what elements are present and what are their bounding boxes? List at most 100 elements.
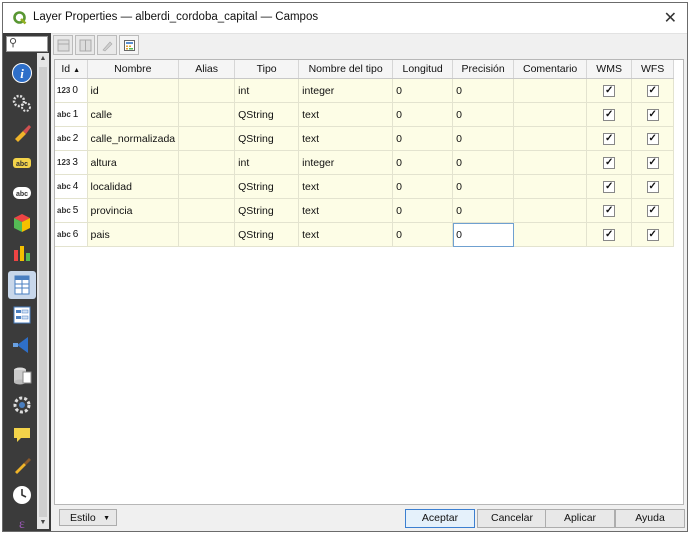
table-row[interactable]: abc 4 localidad QString text 0 0 ✓ ✓: [55, 174, 675, 199]
sidebar-item-diagrams[interactable]: [8, 239, 36, 267]
cell-longitud[interactable]: 0: [392, 102, 454, 127]
wfs-checkbox-cell[interactable]: ✓: [631, 222, 675, 247]
cell-nombre[interactable]: altura: [87, 150, 180, 175]
cell-nombre-tipo[interactable]: integer: [298, 150, 394, 175]
sidebar-item-display[interactable]: [8, 421, 36, 449]
sidebar-item-source[interactable]: [8, 89, 36, 117]
cell-comentario[interactable]: [513, 126, 588, 151]
accept-button[interactable]: Aceptar: [405, 509, 475, 528]
column-header-alias[interactable]: Alias: [178, 60, 236, 79]
column-header-tipo[interactable]: Tipo: [234, 60, 300, 79]
cell-nombre-tipo[interactable]: text: [298, 126, 394, 151]
wms-checkbox[interactable]: ✓: [603, 133, 616, 145]
cell-comentario[interactable]: [513, 102, 588, 127]
wms-checkbox-cell[interactable]: ✓: [586, 102, 633, 127]
cell-tipo[interactable]: QString: [234, 198, 300, 223]
cell-alias[interactable]: [178, 102, 236, 127]
cell-alias[interactable]: [178, 150, 236, 175]
column-header-wfs[interactable]: WFS: [631, 60, 675, 79]
sidebar-item-actions[interactable]: [8, 391, 36, 419]
column-header-wms[interactable]: WMS: [586, 60, 633, 79]
cell-precision[interactable]: 0: [452, 102, 515, 127]
fields-table[interactable]: Id ▲ Nombre Alias Tipo Nombre del tipo Lo…: [54, 59, 684, 505]
sidebar-item-joins[interactable]: [8, 331, 36, 359]
cell-tipo[interactable]: QString: [234, 126, 300, 151]
delete-field-button[interactable]: [75, 35, 95, 55]
sidebar-item-temporal[interactable]: [8, 481, 36, 509]
sidebar-item-symbology[interactable]: [8, 119, 36, 147]
cell-tipo[interactable]: QString: [234, 222, 300, 247]
cell-longitud[interactable]: 0: [392, 222, 454, 247]
wfs-checkbox[interactable]: ✓: [646, 205, 659, 217]
style-dropdown-button[interactable]: Estilo ▼: [59, 509, 117, 526]
field-id-cell[interactable]: abc 4: [55, 174, 88, 199]
cell-tipo[interactable]: QString: [234, 102, 300, 127]
table-row[interactable]: 123 3 altura int integer 0 0 ✓ ✓: [55, 150, 675, 175]
wfs-checkbox[interactable]: ✓: [646, 181, 659, 193]
cell-nombre-tipo[interactable]: integer: [298, 78, 394, 103]
wms-checkbox-cell[interactable]: ✓: [586, 174, 633, 199]
table-row[interactable]: abc 6 pais QString text 0 0 ✓ ✓: [55, 222, 675, 247]
wfs-checkbox[interactable]: ✓: [646, 109, 659, 121]
toggle-editing-button[interactable]: [97, 35, 117, 55]
field-id-cell[interactable]: abc 2: [55, 126, 88, 151]
wfs-checkbox-cell[interactable]: ✓: [631, 174, 675, 199]
wms-checkbox-cell[interactable]: ✓: [586, 78, 633, 103]
field-id-cell[interactable]: abc 1: [55, 102, 88, 127]
column-header-nombre[interactable]: Nombre: [87, 60, 180, 79]
cell-nombre-tipo[interactable]: text: [298, 102, 394, 127]
cell-alias[interactable]: [178, 78, 236, 103]
field-id-cell[interactable]: abc 6: [55, 222, 88, 247]
apply-button[interactable]: Aplicar: [545, 509, 615, 528]
sidebar-item-rendering[interactable]: [8, 451, 36, 479]
wms-checkbox[interactable]: ✓: [603, 157, 616, 169]
cell-precision[interactable]: 0: [452, 198, 515, 223]
cell-alias[interactable]: [178, 174, 236, 199]
scroll-down-icon[interactable]: ▼: [37, 517, 49, 529]
new-field-button[interactable]: [53, 35, 73, 55]
table-row[interactable]: 123 0 id int integer 0 0 ✓ ✓: [55, 78, 675, 103]
sidebar-item-masks[interactable]: abc: [8, 179, 36, 207]
cell-longitud[interactable]: 0: [392, 78, 454, 103]
sidebar-item-attributes-form[interactable]: [8, 301, 36, 329]
wfs-checkbox[interactable]: ✓: [646, 85, 659, 97]
cell-precision[interactable]: 0: [452, 150, 515, 175]
sidebar-search-input[interactable]: ⚲: [6, 36, 48, 52]
cell-longitud[interactable]: 0: [392, 198, 454, 223]
table-row[interactable]: abc 1 calle QString text 0 0 ✓ ✓: [55, 102, 675, 127]
cell-precision[interactable]: 0: [452, 174, 515, 199]
field-id-cell[interactable]: 123 3: [55, 150, 88, 175]
cell-comentario[interactable]: [513, 150, 588, 175]
table-row[interactable]: abc 5 provincia QString text 0 0 ✓ ✓: [55, 198, 675, 223]
cell-nombre[interactable]: pais: [87, 222, 180, 247]
scrollbar-thumb[interactable]: [39, 67, 47, 517]
cell-longitud[interactable]: 0: [392, 150, 454, 175]
table-row[interactable]: abc 2 calle_normalizada QString text 0 0 ✓ ✓: [55, 126, 675, 151]
cell-nombre[interactable]: calle: [87, 102, 180, 127]
cell-nombre[interactable]: provincia: [87, 198, 180, 223]
cell-precision[interactable]: 0: [452, 126, 515, 151]
wms-checkbox[interactable]: ✓: [603, 181, 616, 193]
wfs-checkbox-cell[interactable]: ✓: [631, 102, 675, 127]
wms-checkbox-cell[interactable]: ✓: [586, 222, 633, 247]
cell-tipo[interactable]: int: [234, 78, 300, 103]
cell-longitud[interactable]: 0: [392, 174, 454, 199]
field-calculator-button[interactable]: [119, 35, 139, 55]
column-header-longitud[interactable]: Longitud: [392, 60, 454, 79]
field-id-cell[interactable]: 123 0: [55, 78, 88, 103]
wfs-checkbox-cell[interactable]: ✓: [631, 126, 675, 151]
cell-tipo[interactable]: QString: [234, 174, 300, 199]
cell-nombre[interactable]: localidad: [87, 174, 180, 199]
wms-checkbox[interactable]: ✓: [603, 109, 616, 121]
wms-checkbox[interactable]: ✓: [603, 85, 616, 97]
close-button[interactable]: ✕: [664, 8, 677, 28]
field-id-cell[interactable]: abc 5: [55, 198, 88, 223]
wms-checkbox[interactable]: ✓: [603, 205, 616, 217]
cell-precision[interactable]: 0: [452, 222, 515, 247]
sidebar-item-fields[interactable]: [8, 271, 36, 299]
cell-comentario[interactable]: [513, 198, 588, 223]
wms-checkbox-cell[interactable]: ✓: [586, 198, 633, 223]
cell-alias[interactable]: [178, 126, 236, 151]
wfs-checkbox[interactable]: ✓: [646, 133, 659, 145]
wms-checkbox[interactable]: ✓: [603, 229, 616, 241]
